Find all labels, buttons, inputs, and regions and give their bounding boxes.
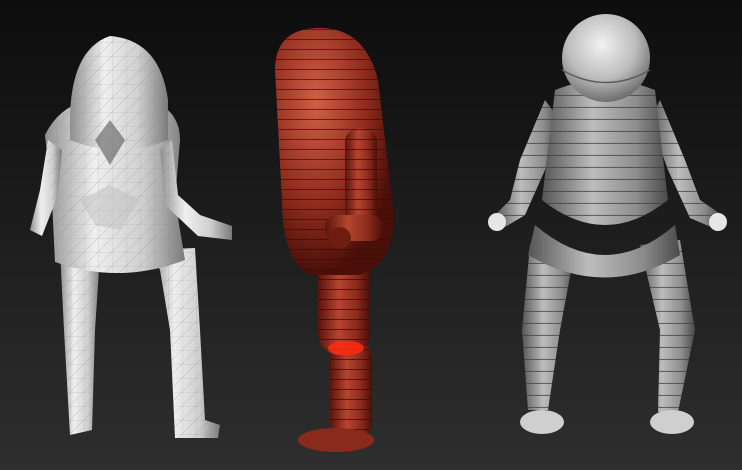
gray-model-right-hand xyxy=(709,213,727,231)
gray-model-left-hand xyxy=(488,213,506,231)
red-bands xyxy=(330,340,372,440)
selection-highlight[interactable] xyxy=(328,341,364,355)
3d-viewport[interactable] xyxy=(0,0,742,470)
red-model-foot xyxy=(298,428,374,452)
gray-model-left-foot xyxy=(520,410,564,434)
model-side-red[interactable] xyxy=(275,28,394,452)
wireframe-overlay xyxy=(45,36,220,438)
red-bands xyxy=(345,128,377,224)
model-zsphere-gray[interactable] xyxy=(488,14,727,434)
gray-model-right-foot xyxy=(650,410,694,434)
gray-model-head xyxy=(562,14,650,102)
red-model-hand xyxy=(329,227,351,249)
scene-canvas[interactable] xyxy=(0,0,742,470)
model-low-poly[interactable] xyxy=(30,36,232,438)
